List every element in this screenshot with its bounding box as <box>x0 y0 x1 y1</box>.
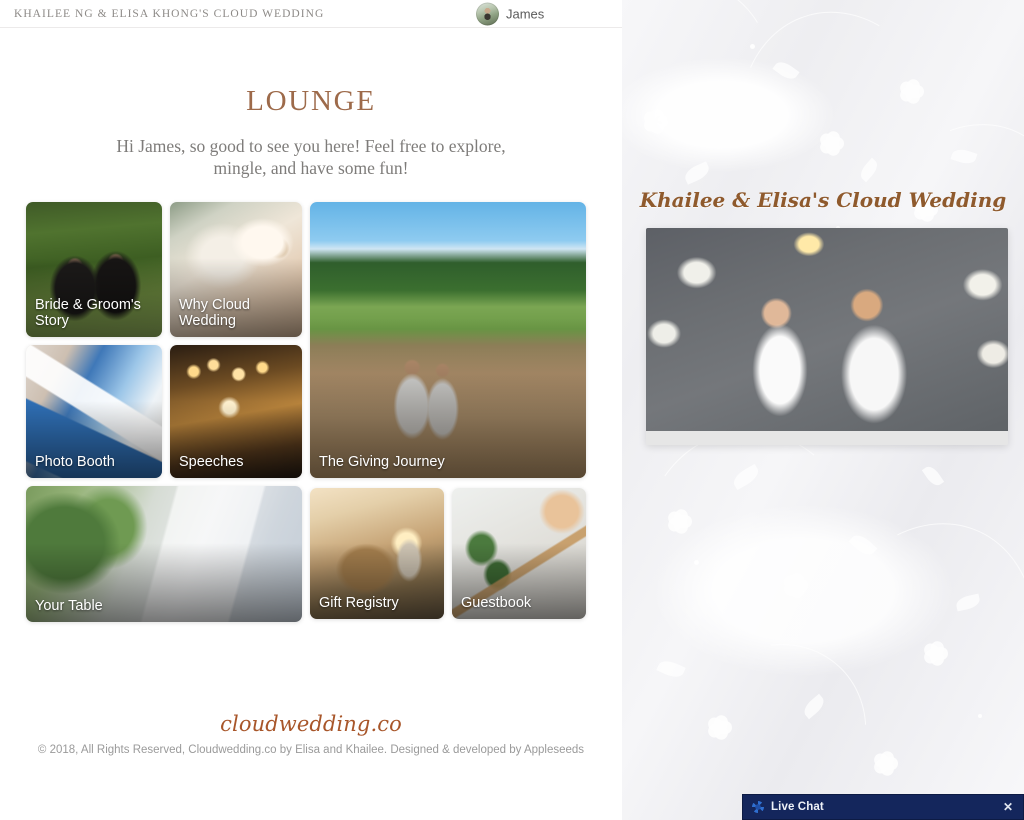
livestream-video-card[interactable] <box>646 228 1008 445</box>
top-bar: KHAILEE NG & ELISA KHONG'S CLOUD WEDDING… <box>0 0 622 28</box>
close-icon[interactable]: ✕ <box>1003 801 1013 813</box>
avatar <box>476 2 499 25</box>
tile-why-cloud-wedding[interactable]: Why Cloud Wedding <box>170 201 302 337</box>
tile-your-table[interactable]: Your Table <box>26 485 302 622</box>
main-column: KHAILEE NG & ELISA KHONG'S CLOUD WEDDING… <box>0 0 622 820</box>
lounge-page: KHAILEE NG & ELISA KHONG'S CLOUD WEDDING… <box>0 0 1024 820</box>
livestream-panel: Khailee & Elisa's Cloud Wedding <box>622 0 1024 820</box>
user-name: James <box>506 6 545 21</box>
footer: cloudwedding.co © 2018, All Rights Reser… <box>0 712 622 756</box>
tile-gift-registry[interactable]: Gift Registry <box>310 487 444 619</box>
main-content: LOUNGE Hi James, so good to see you here… <box>0 85 622 630</box>
tile-speeches[interactable]: Speeches <box>170 344 302 478</box>
live-chat-bar[interactable]: Live Chat ✕ <box>742 794 1024 820</box>
footer-copyright: © 2018, All Rights Reserved, Cloudweddin… <box>37 744 585 756</box>
greeting-text: Hi James, so good to see you here! Feel … <box>116 136 506 179</box>
livestream-video[interactable] <box>646 228 1008 431</box>
tile-label: Your Table <box>35 598 103 615</box>
livestream-title: Khailee & Elisa's Cloud Wedding <box>639 188 1007 212</box>
footer-brand[interactable]: cloudwedding.co <box>0 712 622 736</box>
site-title: KHAILEE NG & ELISA KHONG'S CLOUD WEDDING <box>14 7 325 20</box>
tile-photo-booth[interactable]: Photo Booth <box>26 344 162 478</box>
tile-label: Gift Registry <box>319 595 399 612</box>
tile-label: Guestbook <box>461 595 532 612</box>
page-title: LOUNGE <box>246 85 376 117</box>
tile-label: Why Cloud Wedding <box>179 296 250 330</box>
globe-icon <box>752 801 764 813</box>
video-footer-bar <box>646 431 1008 445</box>
lounge-tile-grid: Bride & Groom's Story Why Cloud Wedding … <box>0 200 622 630</box>
live-chat-label: Live Chat <box>771 801 824 813</box>
tile-guestbook[interactable]: Guestbook <box>452 487 586 619</box>
tile-the-giving-journey[interactable]: The Giving Journey <box>310 201 586 478</box>
tile-label: Bride & Groom's Story <box>35 296 141 330</box>
tile-bride-groom-story[interactable]: Bride & Groom's Story <box>26 201 162 337</box>
tile-label: Speeches <box>179 454 244 471</box>
tile-label: Photo Booth <box>35 454 115 471</box>
tile-label: The Giving Journey <box>319 454 445 471</box>
user-menu[interactable]: James <box>476 2 544 25</box>
